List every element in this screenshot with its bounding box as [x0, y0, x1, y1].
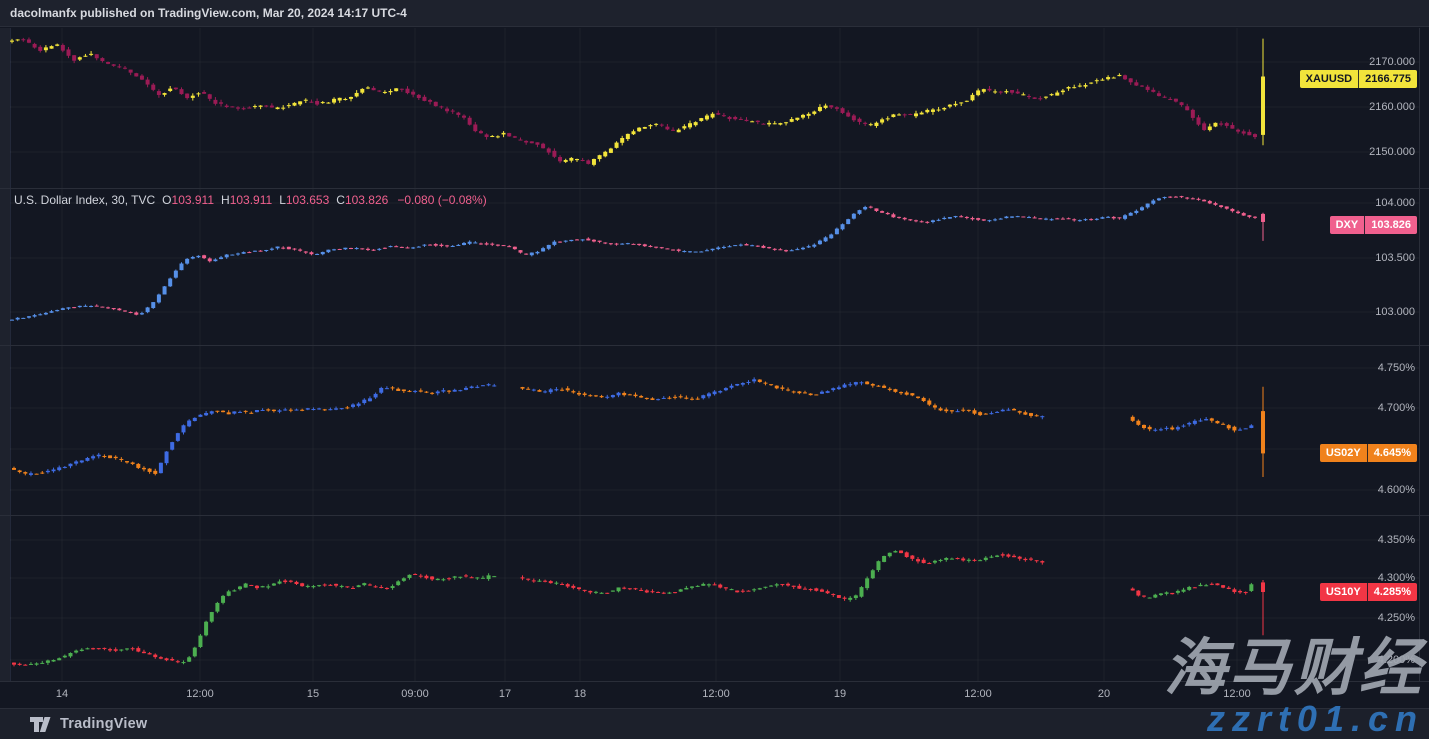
time-axis-label: 09:00 [401, 688, 429, 700]
symbol-legend: U.S. Dollar Index, 30, TVC O103.911 H103.… [14, 193, 487, 207]
price-tick-label-us02y: 4.600% [1378, 483, 1415, 497]
panel-separator [0, 515, 1429, 516]
panel-xauusd[interactable] [0, 28, 1429, 188]
legend-item: H103.911 [221, 193, 272, 207]
publish-header: dacolmanfx published on TradingView.com,… [0, 0, 1429, 27]
gridlines [10, 28, 1419, 188]
tradingview-logo-icon[interactable] [30, 717, 51, 732]
publish-attribution: dacolmanfx published on TradingView.com,… [10, 6, 407, 20]
legend-item: C103.826 [336, 193, 388, 207]
tradingview-published-chart: dacolmanfx published on TradingView.com,… [0, 0, 1429, 739]
legend-item: L103.653 [279, 193, 329, 207]
price-tick-label-us10y: 4.350% [1378, 533, 1415, 547]
time-axis-label: 14 [56, 688, 68, 700]
price-tick-label-dxy: 104.000 [1375, 196, 1415, 210]
legend-title: U.S. Dollar Index, 30, TVC [14, 193, 155, 207]
price-tick-label-us10y: 4.250% [1378, 611, 1415, 625]
time-axis-label: 12:00 [702, 688, 730, 700]
time-axis-label: 15 [307, 688, 319, 700]
watermark-url-text: zzrt01.cn [1207, 701, 1424, 737]
price-tag-symbol: US10Y [1320, 583, 1367, 601]
candlestick-series-dxy [0, 188, 1429, 345]
price-tick-label-dxy: 103.500 [1375, 251, 1415, 265]
time-axis-label: 19 [834, 688, 846, 700]
panel-us02y[interactable] [0, 345, 1429, 515]
time-axis-label: 17 [499, 688, 511, 700]
time-axis-label: 18 [574, 688, 586, 700]
legend-ohlc-values: O103.911 H103.911 L103.653 C103.826 [162, 193, 388, 207]
gridlines [10, 345, 1419, 515]
time-axis-label: 12:00 [964, 688, 992, 700]
watermark-cjk-text: 海马财经 [1164, 638, 1424, 700]
price-tag-symbol: US02Y [1320, 444, 1367, 462]
price-tick-label-xauusd: 2150.000 [1369, 145, 1415, 159]
panel-dxy[interactable] [0, 188, 1429, 345]
price-tag-us10y[interactable]: US10Y4.285% [1320, 583, 1417, 601]
time-axis-label: 12:00 [186, 688, 214, 700]
price-tick-label-xauusd: 2160.000 [1369, 100, 1415, 114]
price-tag-symbol: XAUUSD [1300, 70, 1358, 88]
candlestick-series-us02y [0, 345, 1429, 515]
price-tag-value: 2166.775 [1358, 70, 1417, 88]
price-tag-value: 103.826 [1364, 216, 1417, 234]
candlestick-series-xauusd [0, 28, 1429, 188]
time-axis-label: 20 [1098, 688, 1110, 700]
price-tag-value: 4.285% [1367, 583, 1417, 601]
price-tick-label-dxy: 103.000 [1375, 305, 1415, 319]
gridlines [10, 188, 1419, 345]
price-tick-label-us02y: 4.750% [1378, 361, 1415, 375]
chart-area: U.S. Dollar Index, 30, TVC O103.911 H103.… [0, 28, 1429, 681]
tradingview-brand-link[interactable]: TradingView [60, 716, 147, 732]
price-tag-symbol: DXY [1330, 216, 1365, 234]
panel-separator [0, 345, 1429, 346]
price-tag-xauusd[interactable]: XAUUSD2166.775 [1300, 70, 1417, 88]
price-tick-label-xauusd: 2170.000 [1369, 55, 1415, 69]
price-tag-us02y[interactable]: US02Y4.645% [1320, 444, 1417, 462]
price-tag-value: 4.645% [1367, 444, 1417, 462]
legend-change: −0.080 (−0.08%) [397, 193, 486, 207]
legend-item: O103.911 [162, 193, 214, 207]
price-tag-dxy[interactable]: DXY103.826 [1330, 216, 1417, 234]
price-tick-label-us02y: 4.700% [1378, 401, 1415, 415]
panel-separator [0, 188, 1429, 189]
